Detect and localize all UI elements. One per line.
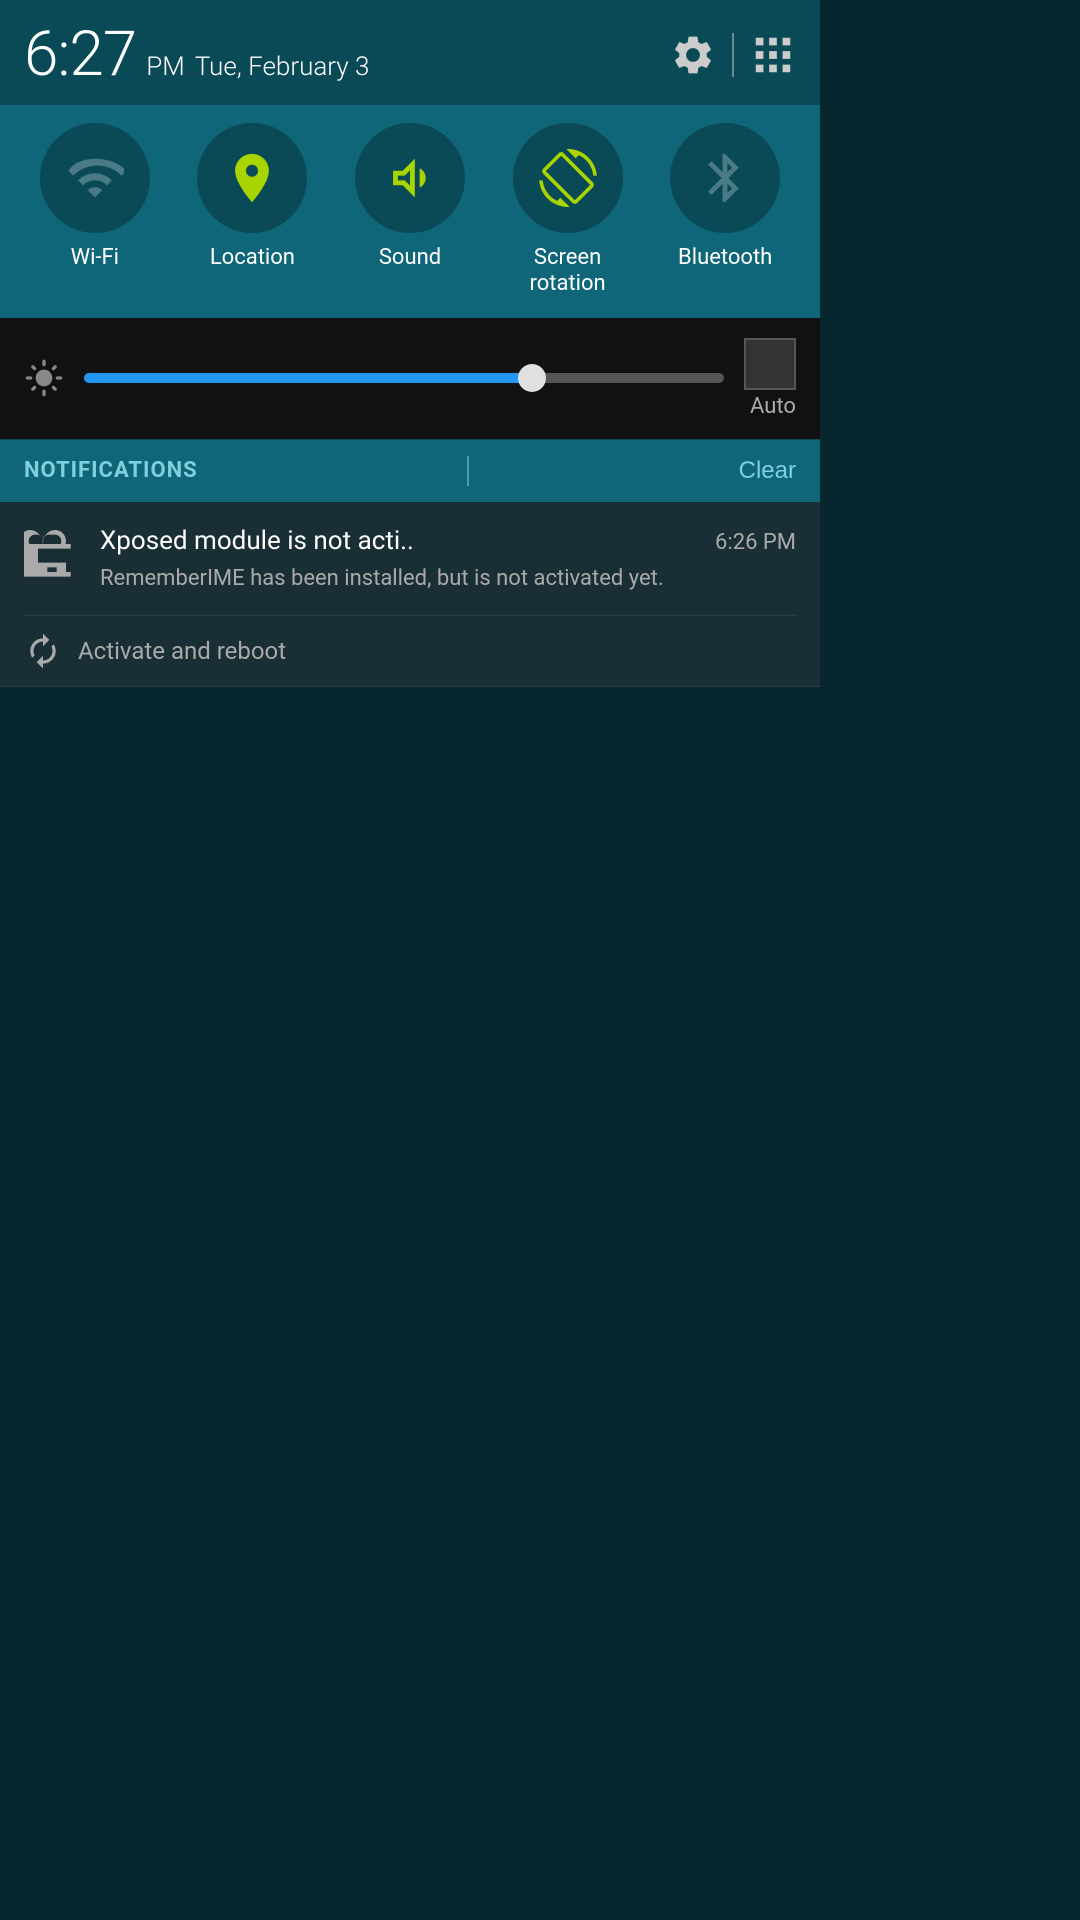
qs-wifi-circle[interactable] (40, 123, 150, 233)
brightness-bar: Auto (0, 318, 820, 439)
notif-time: 6:26 PM (715, 530, 796, 555)
qs-bluetooth-label: Bluetooth (678, 245, 772, 271)
auto-brightness-box[interactable] (744, 338, 796, 390)
status-divider (732, 33, 734, 77)
clock-ampm: PM (146, 52, 185, 82)
status-time: 6:27 PM Tue, February 3 (24, 18, 369, 91)
reboot-icon (24, 632, 62, 670)
grid-icon[interactable] (750, 32, 796, 78)
qs-wifi[interactable]: Wi-Fi (16, 123, 174, 271)
notif-divider (467, 456, 469, 486)
xposed-icon (24, 530, 80, 586)
qs-bluetooth[interactable]: Bluetooth (646, 123, 804, 271)
status-bar: 6:27 PM Tue, February 3 (0, 0, 820, 105)
qs-wifi-label: Wi-Fi (71, 245, 119, 271)
slider-thumb[interactable] (518, 364, 546, 392)
notif-app-icon (24, 530, 80, 586)
notif-title-row: Xposed module is not acti.. 6:26 PM (100, 526, 796, 556)
notif-content: Xposed module is not acti.. 6:26 PM Reme… (100, 526, 796, 595)
auto-brightness-group[interactable]: Auto (744, 338, 796, 419)
notifications-header: NOTIFICATIONS Clear (0, 439, 820, 502)
notif-body: RememberIME has been installed, but is n… (100, 564, 796, 595)
wifi-icon (66, 149, 124, 207)
bluetooth-icon (696, 149, 754, 207)
qs-rotation-circle[interactable] (513, 123, 623, 233)
sound-icon (381, 149, 439, 207)
qs-sound-circle[interactable] (355, 123, 465, 233)
clock-time: 6:27 (24, 18, 136, 91)
notif-top-row: Xposed module is not acti.. 6:26 PM Reme… (24, 526, 796, 595)
qs-location[interactable]: Location (174, 123, 332, 271)
qs-screen-rotation[interactable]: Screenrotation (489, 123, 647, 298)
qs-sound[interactable]: Sound (331, 123, 489, 271)
brightness-slider[interactable] (84, 373, 724, 383)
quick-settings-panel: Wi-Fi Location Sound Screenrotation (0, 105, 820, 318)
empty-background (0, 687, 820, 1787)
slider-track (84, 373, 724, 383)
qs-location-circle[interactable] (197, 123, 307, 233)
qs-rotation-label: Screenrotation (529, 245, 605, 298)
notif-action-row[interactable]: Activate and reboot (24, 616, 796, 686)
qs-location-label: Location (210, 245, 295, 271)
status-icons (670, 32, 796, 78)
auto-brightness-label: Auto (750, 394, 796, 419)
screen-rotation-icon (539, 149, 597, 207)
qs-bluetooth-circle[interactable] (670, 123, 780, 233)
notification-card: Xposed module is not acti.. 6:26 PM Reme… (0, 502, 820, 687)
settings-icon[interactable] (670, 32, 716, 78)
date-display: Tue, February 3 (195, 52, 370, 82)
notifications-title: NOTIFICATIONS (24, 458, 198, 483)
notif-title: Xposed module is not acti.. (100, 526, 414, 556)
location-icon (223, 149, 281, 207)
activate-reboot-label[interactable]: Activate and reboot (78, 637, 286, 665)
slider-fill (84, 373, 532, 383)
brightness-icon (24, 358, 64, 398)
qs-sound-label: Sound (379, 245, 441, 271)
clear-notifications-button[interactable]: Clear (739, 457, 796, 485)
